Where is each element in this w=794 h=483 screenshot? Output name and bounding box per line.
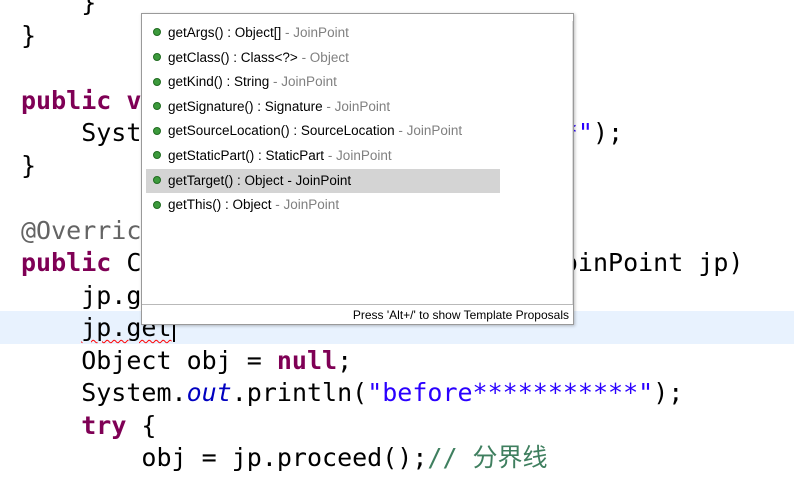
proposal-declaring-type: - JoinPoint (322, 98, 391, 114)
public-method-icon (153, 200, 161, 209)
proposal-item[interactable]: getStaticPart() : StaticPart - JoinPoint (142, 144, 572, 169)
proposal-signature: getThis() : Object (168, 197, 272, 213)
code-token: } (21, 20, 37, 50)
code-line[interactable]: try { (0, 409, 794, 442)
content-assist-popup[interactable]: getArgs() : Object[] - JoinPoint getClass… (141, 13, 574, 325)
code-token: "before***********" (367, 378, 654, 407)
code-token: Object obj = (21, 345, 277, 375)
code-token: jp.g (21, 280, 142, 310)
code-token: obj = jp.proceed(); (21, 443, 428, 472)
proposal-declaring-type: - Object (297, 49, 349, 65)
proposal-declaring-type: - JoinPoint (283, 172, 352, 188)
template-proposals-hint: Press 'Alt+/' to show Template Proposals (352, 308, 569, 322)
code-editor[interactable]: }}public v Syst ***");}@Overricpublic C … (0, 0, 794, 483)
proposal-signature: getKind() : String (168, 74, 270, 90)
proposal-signature: getClass() : Class<?> (168, 49, 298, 65)
proposal-item[interactable]: getArgs() : Object[] - JoinPoint (142, 21, 572, 46)
proposal-declaring-type: - JoinPoint (271, 197, 340, 213)
code-token: } (21, 150, 37, 180)
code-token: out (186, 378, 232, 407)
proposal-item[interactable]: getSignature() : Signature - JoinPoint (142, 95, 572, 120)
proposal-signature: getSignature() : Signature (168, 98, 323, 114)
code-token: null (276, 345, 338, 375)
code-token: ; (337, 345, 353, 375)
content-assist-footer: Press 'Alt+/' to show Template Proposals (142, 304, 573, 324)
code-token: public (21, 85, 112, 115)
proposal-item[interactable]: getKind() : String - JoinPoint (142, 70, 572, 95)
code-token: C (111, 248, 142, 277)
code-token: ); (653, 378, 684, 407)
public-method-icon (153, 77, 161, 86)
public-method-icon (153, 151, 161, 160)
code-token: try (81, 410, 127, 440)
public-method-icon (153, 28, 161, 37)
proposal-declaring-type: - JoinPoint (394, 123, 463, 139)
proposal-declaring-type: - JoinPoint (269, 74, 337, 90)
code-token: // 分界线 (427, 443, 548, 472)
proposal-signature: getArgs() : Object[] (168, 25, 282, 40)
proposal-list[interactable]: getArgs() : Object[] - JoinPoint getClass… (142, 21, 573, 305)
proposal-signature: getSourceLocation() : SourceLocation (168, 123, 395, 139)
proposal-signature: getTarget() : Object (168, 172, 284, 188)
code-token: v (111, 85, 142, 115)
code-token: System. (21, 378, 187, 407)
proposal-declaring-type: - JoinPoint (324, 147, 392, 163)
public-method-icon (153, 102, 161, 111)
public-method-icon (153, 126, 161, 135)
code-token: public (21, 248, 112, 277)
code-line[interactable]: obj = jp.proceed();// 分界线 (0, 441, 794, 474)
code-line[interactable]: System.out.println("before***********"); (0, 376, 794, 409)
code-token: .println( (231, 378, 368, 407)
proposal-item-selected[interactable]: getTarget() : Object - JoinPoint (142, 168, 572, 194)
code-line[interactable]: Object obj = null; (0, 344, 794, 377)
proposal-item[interactable]: getClass() : Class<?> - Object (142, 46, 572, 71)
code-token: } (21, 0, 97, 17)
proposal-item[interactable]: getThis() : Object - JoinPoint (142, 193, 572, 218)
public-method-icon (153, 53, 161, 62)
code-token: Syst (21, 118, 142, 147)
proposal-declaring-type: - JoinPoint (281, 25, 349, 40)
public-method-icon (153, 176, 161, 184)
code-token: @Overric (21, 215, 142, 245)
code-token: ); (592, 118, 624, 147)
proposal-signature: getStaticPart() : StaticPart (168, 147, 325, 163)
code-token: { (126, 410, 157, 440)
proposal-item[interactable]: getSourceLocation() : SourceLocation - J… (142, 119, 572, 144)
